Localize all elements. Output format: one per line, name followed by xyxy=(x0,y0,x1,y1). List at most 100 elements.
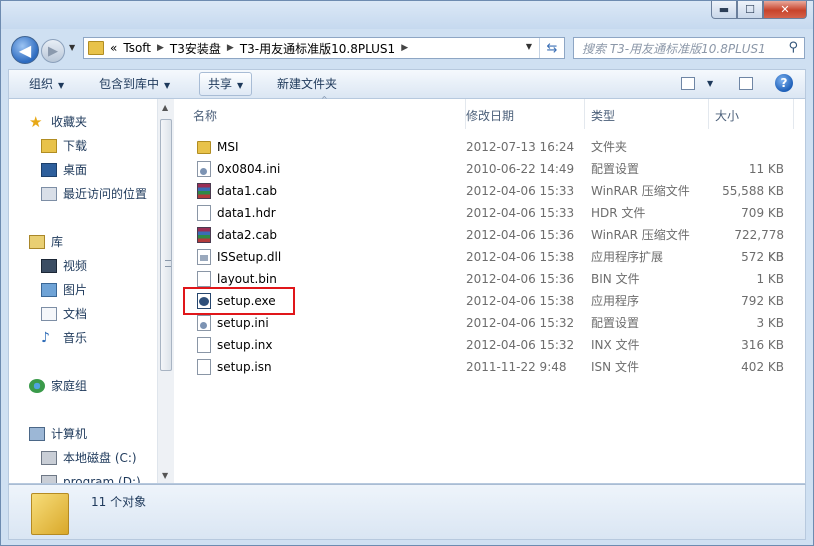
minimize-button[interactable]: ▬ xyxy=(711,1,737,19)
sidebar-item-downloads[interactable]: 下载 xyxy=(41,135,87,157)
navigation-pane: ★ 收藏夹 下载 桌面 最近访问的位置 库 视频 图片 文档 ♪ 音乐 家庭组 计算… xyxy=(9,99,157,483)
file-size: 1 KB xyxy=(756,272,784,286)
sidebar-item-drive-c[interactable]: 本地磁盘 (C:) xyxy=(41,447,137,469)
sidebar-libraries[interactable]: 库 xyxy=(29,231,63,253)
recent-pages-dropdown[interactable]: ▼ xyxy=(69,43,75,52)
file-size: 3 KB xyxy=(756,316,784,330)
breadcrumb-t3-install[interactable]: T3安装盘 xyxy=(170,40,221,57)
new-folder-button[interactable]: 新建文件夹 xyxy=(277,70,337,98)
item-count: 11 个对象 xyxy=(91,495,147,509)
sidebar-label: 库 xyxy=(51,235,64,249)
column-header-name[interactable]: 名称 xyxy=(187,99,466,129)
file-row[interactable]: data2.cab 2012-04-06 15:36 WinRAR 压缩文件 722,… xyxy=(175,224,795,264)
file-row[interactable]: ISSetup.dll 2012-04-06 15:38 应用程序扩展 572 KB xyxy=(175,246,795,268)
sidebar-label: 家庭组 xyxy=(51,379,88,393)
file-type: ISN 文件 xyxy=(591,360,639,374)
file-row[interactable]: setup.inx 2012-04-06 15:32 INX 文件 316 KB xyxy=(175,334,795,356)
sidebar-item-recent-places[interactable]: 最近访问的位置 xyxy=(41,183,147,205)
star-icon: ★ xyxy=(29,113,43,131)
file-date: 2012-04-06 15:33 xyxy=(466,184,575,198)
sidebar-favorites[interactable]: ★ 收藏夹 xyxy=(29,111,87,133)
scrollbar-grip xyxy=(165,260,171,267)
sidebar-homegroup[interactable]: 家庭组 xyxy=(29,375,87,397)
file-date: 2011-11-22 9:48 xyxy=(466,360,567,374)
sidebar-label: 最近访问的位置 xyxy=(63,187,148,201)
sidebar-label: 下载 xyxy=(63,139,88,153)
view-options-dropdown[interactable]: ▼ xyxy=(707,70,713,98)
computer-icon xyxy=(29,427,45,441)
file-type: 文件夹 xyxy=(591,140,628,154)
close-button[interactable]: ✕ xyxy=(763,1,807,19)
file-row[interactable]: data1.cab 2012-04-06 15:33 WinRAR 压缩文件 55,5… xyxy=(175,180,795,202)
sidebar-item-drive-d[interactable]: program (D:) xyxy=(41,471,141,483)
sidebar-computer[interactable]: 计算机 xyxy=(29,423,87,445)
file-row[interactable]: MSI 2012-07-13 16:24 文件夹 xyxy=(175,136,795,158)
sidebar-item-desktop[interactable]: 桌面 xyxy=(41,159,87,181)
file-date: 2012-04-06 15:32 xyxy=(466,338,575,352)
organize-menu[interactable]: 组织 ▼ xyxy=(29,70,64,98)
address-history-dropdown[interactable]: ▼ xyxy=(526,42,532,51)
file-type: WinRAR 压缩文件 xyxy=(591,184,690,198)
folder-icon xyxy=(88,41,104,55)
search-icon[interactable]: ⚲ xyxy=(788,40,798,55)
breadcrumb-chevron-icon[interactable]: ▶ xyxy=(157,43,164,53)
winrar-archive-icon xyxy=(197,183,211,199)
column-header-date[interactable]: 修改日期 xyxy=(460,99,585,129)
change-view-icon[interactable] xyxy=(681,77,695,90)
sidebar-label: 图片 xyxy=(63,283,88,297)
preview-pane-icon[interactable] xyxy=(739,77,753,90)
sidebar-label: 桌面 xyxy=(63,163,88,177)
desktop-icon xyxy=(41,163,57,177)
dll-file-icon xyxy=(197,249,211,265)
column-header-type[interactable]: 类型 xyxy=(585,99,709,129)
file-size: 572 KB xyxy=(741,250,784,264)
search-input[interactable]: 搜索 T3-用友通标准版10.8PLUS1 ⚲ xyxy=(573,37,805,59)
breadcrumb-tsoft[interactable]: Tsoft xyxy=(123,41,151,55)
breadcrumb-current-folder[interactable]: T3-用友通标准版10.8PLUS1 xyxy=(240,40,395,57)
scrollbar-thumb[interactable] xyxy=(160,119,172,371)
forward-arrow-icon: ▶ xyxy=(48,43,58,59)
address-overflow[interactable]: « xyxy=(110,41,117,55)
refresh-button[interactable]: ⇆ xyxy=(539,38,564,58)
file-date: 2012-04-06 15:38 xyxy=(466,294,575,308)
file-row[interactable]: data1.hdr 2012-04-06 15:33 HDR 文件 709 KB xyxy=(175,202,795,224)
file-size: 709 KB xyxy=(741,206,784,220)
generic-file-icon xyxy=(197,205,211,221)
file-row[interactable]: setup.ini 2012-04-06 15:32 配置设置 3 KB xyxy=(175,312,795,334)
sidebar-item-documents[interactable]: 文档 xyxy=(41,303,87,325)
scroll-up-icon[interactable]: ▲ xyxy=(162,103,168,112)
sidebar-label: 文档 xyxy=(63,307,88,321)
sidebar-item-pictures[interactable]: 图片 xyxy=(41,279,87,301)
sidebar-item-music[interactable]: ♪ 音乐 xyxy=(41,327,87,349)
share-menu[interactable]: 共享 ▼ xyxy=(199,72,253,96)
include-in-library-menu[interactable]: 包含到库中 ▼ xyxy=(99,70,170,98)
scroll-down-icon[interactable]: ▼ xyxy=(162,471,168,480)
file-date: 2012-04-06 15:32 xyxy=(466,316,575,330)
chevron-down-icon: ▼ xyxy=(237,81,244,90)
breadcrumb-chevron-icon[interactable]: ▶ xyxy=(401,43,408,53)
video-icon xyxy=(41,259,57,273)
include-in-library-label: 包含到库中 xyxy=(99,77,160,91)
file-row[interactable]: 0x0804.ini 2010-06-22 14:49 配置设置 11 KB xyxy=(175,158,795,180)
chevron-down-icon: ▼ xyxy=(58,81,65,90)
navigation-scrollbar[interactable]: ▲ ▼ xyxy=(157,99,174,483)
file-type: 配置设置 xyxy=(591,316,640,330)
file-size: 55,588 KB xyxy=(722,184,784,198)
file-row[interactable]: setup.isn 2011-11-22 9:48 ISN 文件 402 KB xyxy=(175,356,795,378)
chevron-down-icon: ▼ xyxy=(164,81,171,90)
sidebar-item-videos[interactable]: 视频 xyxy=(41,255,87,277)
file-size: 11 KB xyxy=(748,162,784,176)
address-bar[interactable]: « Tsoft ▶ T3安装盘 ▶ T3-用友通标准版10.8PLUS1 ▶ ▼… xyxy=(83,37,565,59)
back-button[interactable]: ◀ xyxy=(11,36,39,64)
organize-label: 组织 xyxy=(29,77,54,91)
file-date: 2012-07-13 16:24 xyxy=(466,140,575,154)
document-icon xyxy=(41,307,57,321)
column-header-size[interactable]: 大小 xyxy=(709,99,794,129)
breadcrumb-chevron-icon[interactable]: ▶ xyxy=(227,43,234,53)
content-area: ★ 收藏夹 下载 桌面 最近访问的位置 库 视频 图片 文档 ♪ 音乐 家庭组 计算… xyxy=(8,95,806,484)
forward-button[interactable]: ▶ xyxy=(41,39,65,63)
help-icon[interactable]: ? xyxy=(775,74,793,92)
music-note-icon: ♪ xyxy=(41,330,50,346)
maximize-button[interactable]: ☐ xyxy=(737,1,763,19)
file-date: 2010-06-22 14:49 xyxy=(466,162,575,176)
